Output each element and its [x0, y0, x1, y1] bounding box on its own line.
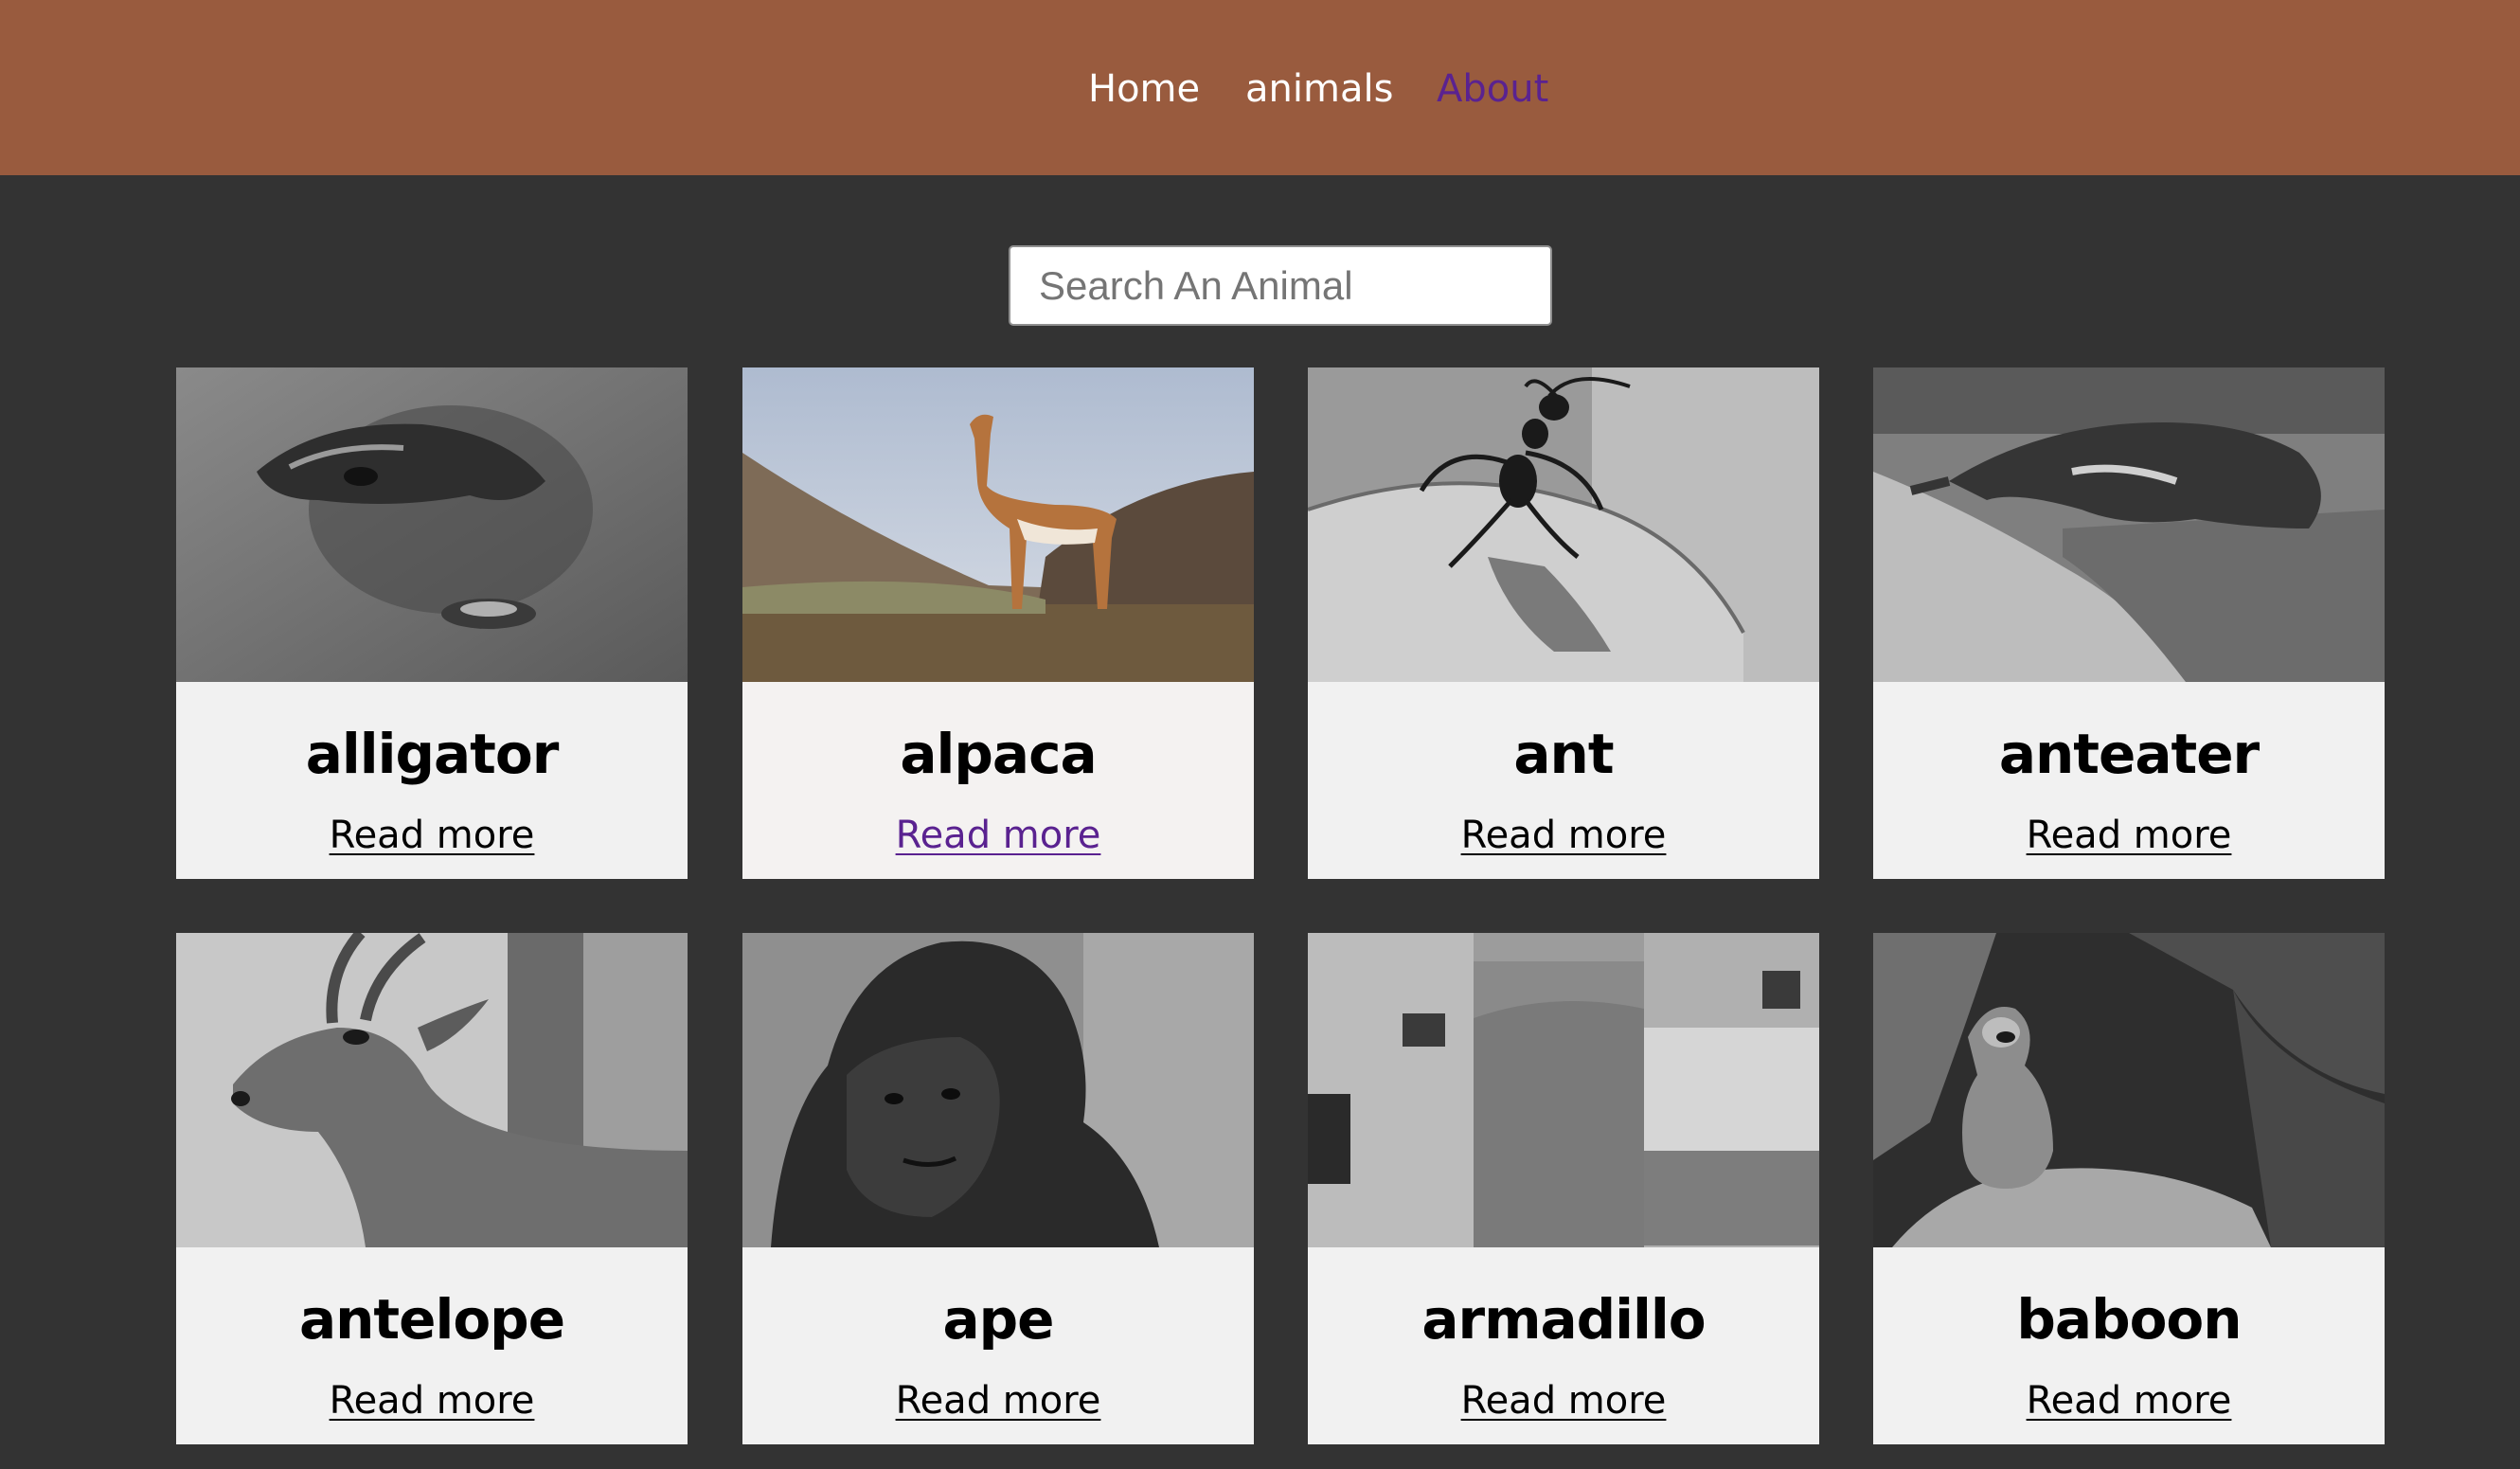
animal-name: antelope [298, 1287, 565, 1352]
animal-name: alpaca [900, 722, 1097, 786]
anteater-photo [1873, 367, 2385, 682]
baboon-photo [1873, 933, 2385, 1247]
animal-card-alpaca: alpaca Read more [742, 367, 1254, 879]
ant-photo [1308, 367, 1819, 682]
armadillo-photo [1308, 933, 1819, 1247]
animal-name: baboon [2016, 1287, 2242, 1352]
antelope-photo [176, 933, 688, 1247]
animal-card-baboon: baboon Read more [1873, 933, 2385, 1444]
animal-card-anteater: anteater Read more [1873, 367, 2385, 879]
ape-photo [742, 933, 1254, 1247]
alligator-photo [176, 367, 688, 682]
animal-name: ant [1513, 722, 1614, 786]
animal-name: anteater [1998, 722, 2260, 786]
animal-card-ape: ape Read more [742, 933, 1254, 1444]
read-more-link[interactable]: Read more [896, 1379, 1101, 1423]
read-more-link[interactable]: Read more [1461, 814, 1667, 857]
main-nav: Home animals About [0, 61, 2520, 117]
animal-name: armadillo [1421, 1287, 1706, 1352]
read-more-link[interactable]: Read more [896, 814, 1101, 857]
read-more-link[interactable]: Read more [330, 1379, 535, 1423]
alpaca-photo [742, 367, 1254, 682]
nav-link-animals[interactable]: animals [1245, 61, 1393, 117]
animal-card-armadillo: armadillo Read more [1308, 933, 1819, 1444]
nav-link-home[interactable]: Home [1088, 61, 1200, 117]
animal-card-ant: ant Read more [1308, 367, 1819, 879]
animal-name: ape [942, 1287, 1055, 1352]
read-more-link[interactable]: Read more [2027, 814, 2232, 857]
animal-name: alligator [305, 722, 560, 786]
animal-card-alligator: alligator Read more [176, 367, 688, 879]
search-input[interactable] [1009, 245, 1552, 326]
read-more-link[interactable]: Read more [2027, 1379, 2232, 1423]
top-nav-bar: Home animals About [0, 0, 2520, 175]
read-more-link[interactable]: Read more [1461, 1379, 1667, 1423]
animal-card-antelope: antelope Read more [176, 933, 688, 1444]
read-more-link[interactable]: Read more [330, 814, 535, 857]
nav-link-about[interactable]: About [1437, 61, 1548, 117]
